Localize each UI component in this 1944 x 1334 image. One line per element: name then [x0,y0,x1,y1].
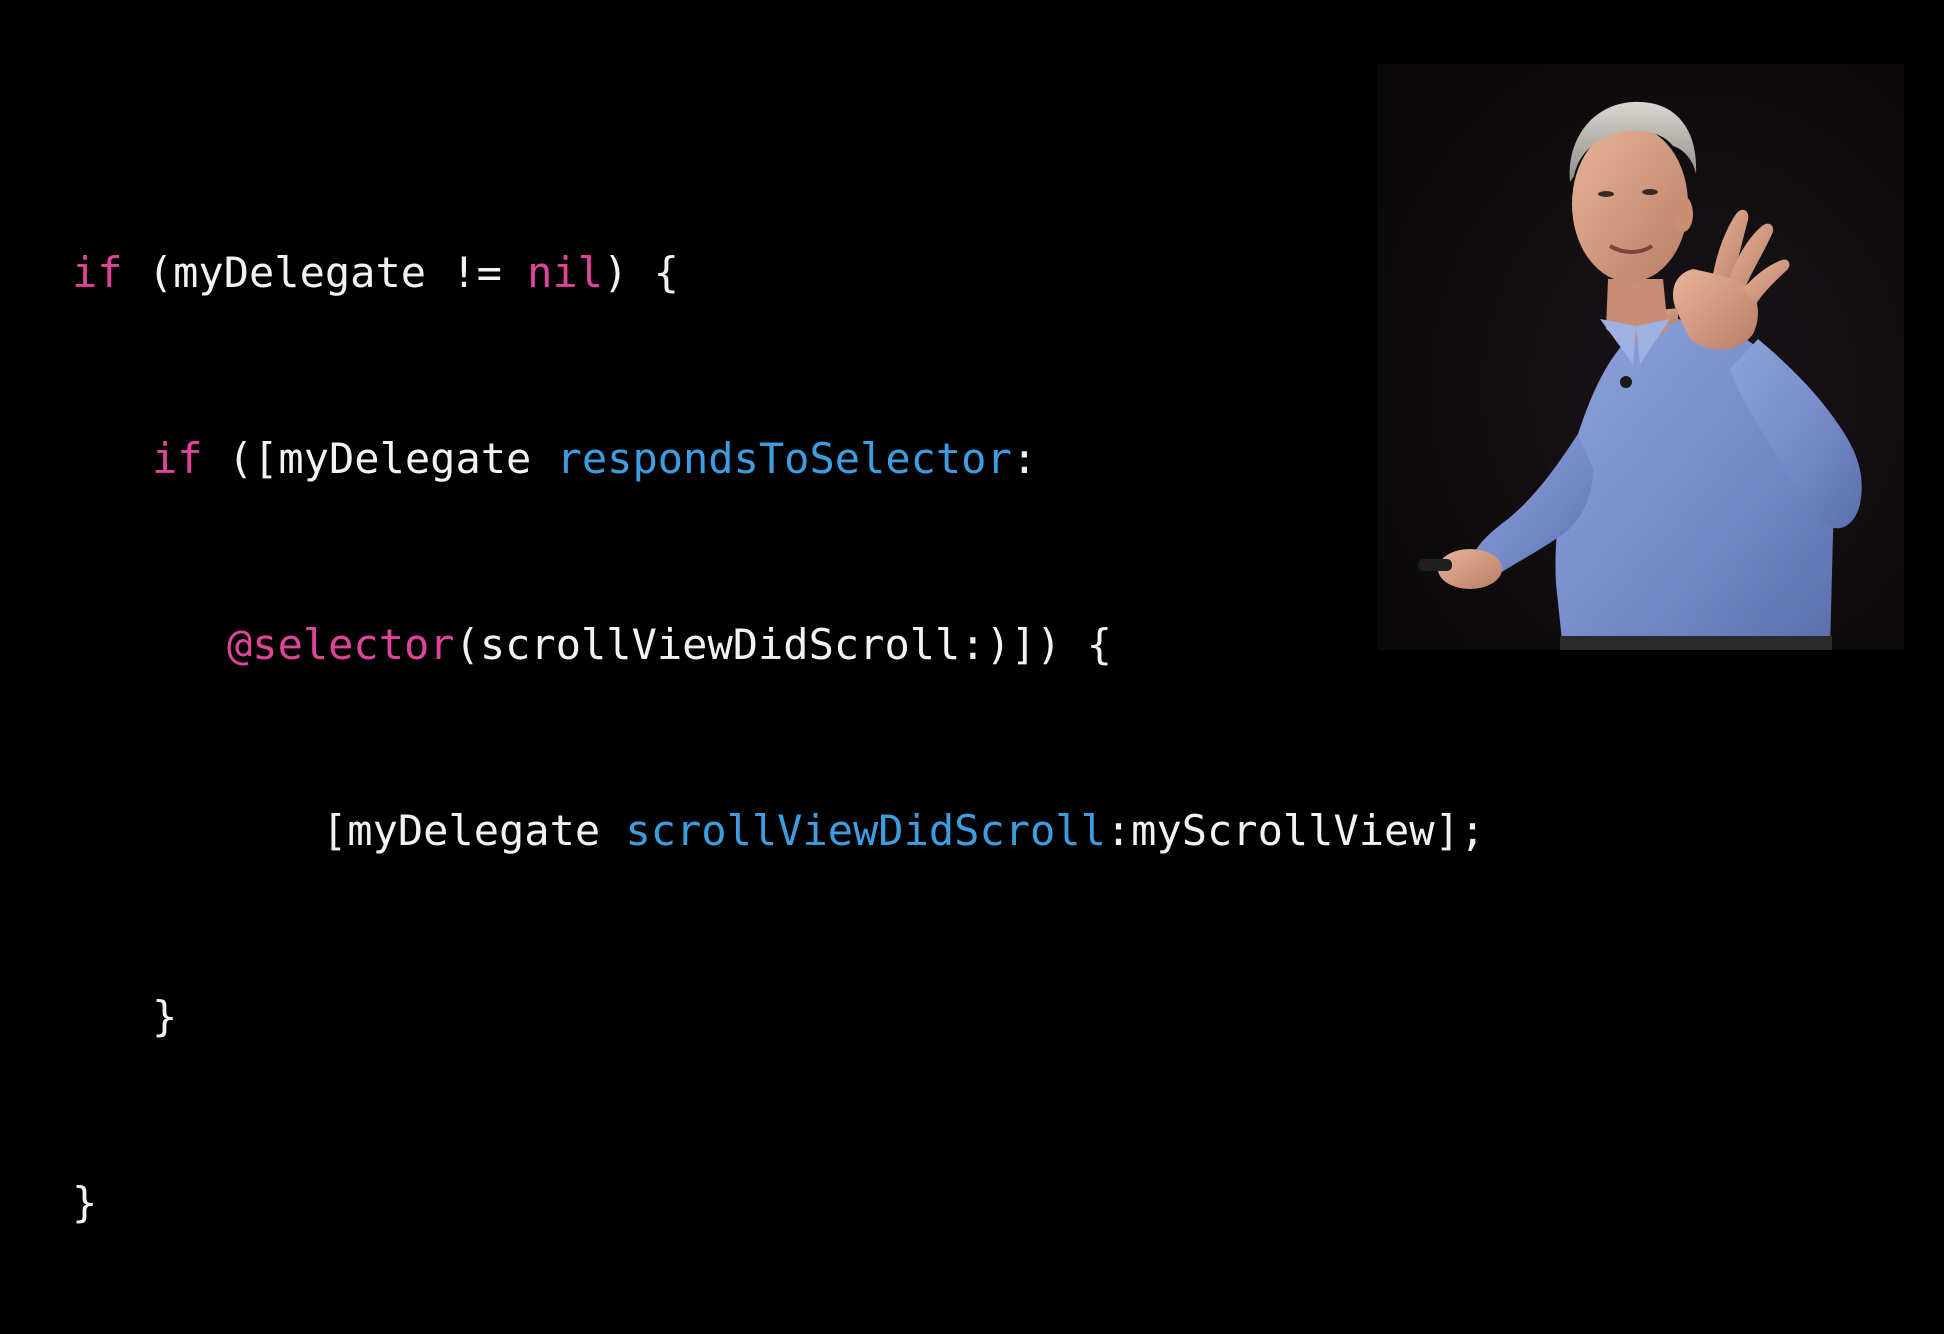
code-line-6: } [72,1172,1485,1234]
presenter-image [1378,64,1904,650]
closing-brace: } [72,1178,98,1227]
code-line-5: } [72,986,1485,1048]
code-line-1: if (myDelegate != nil) { [72,242,1485,304]
code-line-2: if ([myDelegate respondsToSelector: [72,428,1485,490]
code-text: ) { [603,248,679,297]
closing-brace: } [152,992,178,1041]
lapel-mic [1620,376,1632,388]
clicker-device [1418,559,1452,571]
code-line-4: [myDelegate scrollViewDidScroll:myScroll… [72,800,1485,862]
code-text: (scrollViewDidScroll:)]) { [454,620,1113,669]
keyword-selector: @selector [227,620,455,669]
code-text: :myScrollView]; [1105,806,1486,855]
code-text: (myDelegate != [122,248,528,297]
code-slide: if (myDelegate != nil) { if ([myDelegate… [0,0,1485,1227]
presenter-face [1572,126,1688,282]
keyword-if: if [152,434,203,483]
presenter-video [1378,64,1904,650]
presenter-ear [1673,196,1693,232]
method-responds-to-selector: respondsToSelector [556,434,1012,483]
presenter-belt [1560,636,1832,650]
code-block: if (myDelegate != nil) { if ([myDelegate… [72,118,1485,1334]
code-text: [myDelegate [322,806,626,855]
code-text: : [1011,434,1038,483]
presenter-eye-left [1598,191,1614,197]
method-scroll-view-did-scroll: scrollViewDidScroll [625,806,1106,855]
keyword-if: if [72,248,123,297]
presenter-eye-right [1642,189,1658,195]
code-text: ([myDelegate [202,434,557,483]
keyword-nil: nil [527,248,604,297]
